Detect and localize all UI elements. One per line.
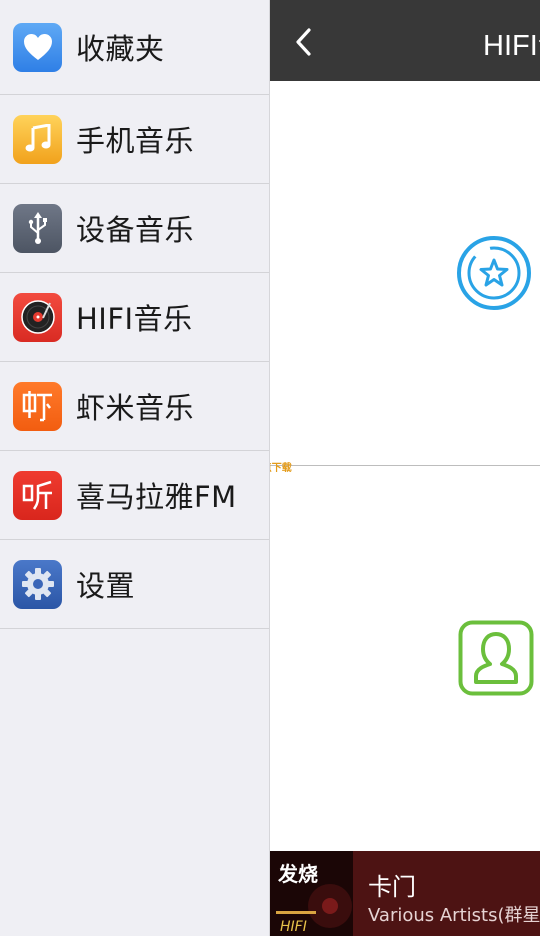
album-art-title: 发烧	[277, 862, 318, 886]
ximalaya-logo-icon	[13, 470, 62, 520]
section-divider	[270, 465, 540, 466]
now-playing-bar[interactable]: 发烧 HIFI 卡门 Various Artists(群星	[270, 851, 540, 936]
drawer-item-ximalaya-fm[interactable]: 喜马拉雅FM	[0, 451, 269, 540]
page-title: HIFI音乐	[483, 30, 540, 62]
navigation-drawer: 收藏夹 手机音乐 设备音乐 HIFI音乐 虾米音乐 喜马拉雅FM 设置	[0, 0, 270, 936]
drawer-item-label: 设置	[76, 569, 136, 603]
chevron-left-icon	[296, 28, 311, 56]
music-note-icon	[13, 114, 62, 164]
xiami-logo-icon	[13, 381, 62, 431]
drawer-item-label: 设备音乐	[76, 213, 195, 247]
drawer-item-label: 手机音乐	[76, 124, 195, 158]
drawer-item-favorites[interactable]: 收藏夹	[0, 0, 269, 95]
album-art[interactable]: 发烧 HIFI	[270, 851, 353, 936]
drawer-item-phone-music[interactable]: 手机音乐	[0, 95, 269, 184]
track-artist: Various Artists(群星	[368, 905, 540, 926]
person-icon[interactable]	[458, 620, 534, 696]
back-button[interactable]	[286, 22, 322, 62]
usb-icon	[13, 203, 62, 253]
top-app-bar: HIFI音乐	[270, 0, 540, 81]
drawer-item-settings[interactable]: 设置	[0, 540, 269, 629]
drawer-item-label: 收藏夹	[76, 32, 165, 66]
drawer-item-xiami-music[interactable]: 虾米音乐	[0, 362, 269, 451]
vinyl-record-icon	[13, 292, 62, 342]
watermark-text: 快点下载	[270, 462, 292, 474]
album-art-subtitle: HIFI	[280, 919, 307, 935]
gear-icon	[13, 559, 62, 609]
main-panel: HIFI音乐 K 快点下载 发烧 HIFI	[270, 0, 540, 936]
drawer-item-label: HIFI音乐	[76, 302, 193, 336]
drawer-item-label: 喜马拉雅FM	[76, 480, 237, 514]
drawer-item-label: 虾米音乐	[76, 391, 195, 425]
track-title: 卡门	[368, 873, 416, 901]
drawer-item-hifi-music[interactable]: HIFI音乐	[0, 273, 269, 362]
drawer-item-device-music[interactable]: 设备音乐	[0, 184, 269, 273]
star-circle-icon[interactable]	[456, 235, 532, 311]
watermark: K 快点下载	[270, 459, 292, 474]
heart-icon	[13, 22, 62, 72]
